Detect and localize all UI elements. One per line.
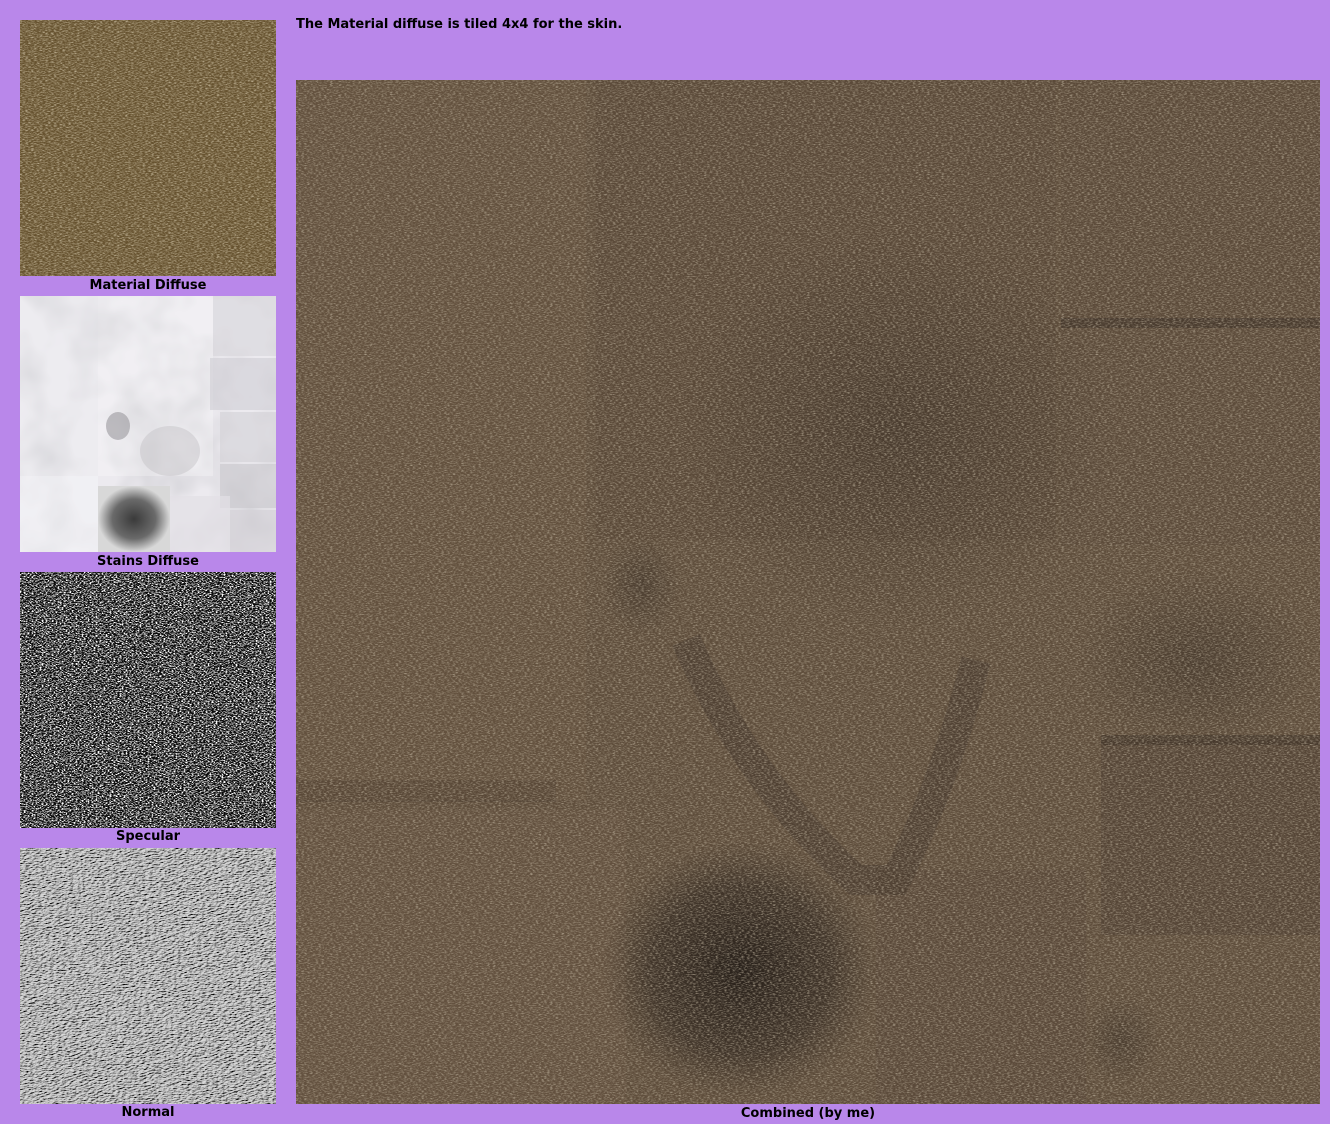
material-diffuse-texture xyxy=(20,20,276,276)
material-diffuse-label: Material Diffuse xyxy=(89,278,207,293)
specular-texture xyxy=(20,572,276,828)
normal-texture xyxy=(20,848,276,1104)
combined-texture xyxy=(296,80,1320,1104)
normal-label: Normal xyxy=(121,1105,175,1120)
note-text: The Material diffuse is tiled 4x4 for th… xyxy=(296,17,623,32)
specular-label: Specular xyxy=(115,829,181,844)
stains-diffuse-texture xyxy=(20,296,276,552)
combined-label: Combined (by me) xyxy=(740,1106,876,1121)
stains-diffuse-label: Stains Diffuse xyxy=(97,554,199,569)
